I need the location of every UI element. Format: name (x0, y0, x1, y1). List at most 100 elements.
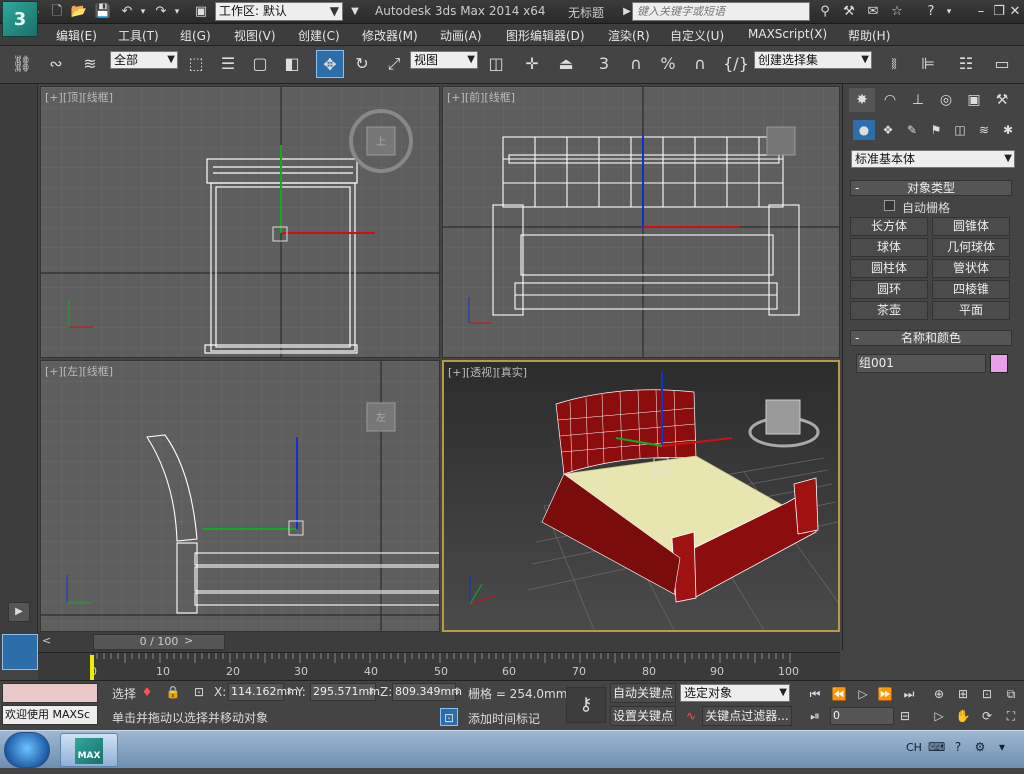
space-warps-icon[interactable]: ≋ (973, 120, 995, 140)
time-slider[interactable]: 0 / 100 (93, 634, 225, 650)
cone-button[interactable]: 圆锥体 (932, 217, 1010, 236)
menu-help[interactable]: 帮助(H) (848, 27, 890, 44)
menu-graph-editors[interactable]: 图形编辑器(D) (506, 27, 585, 44)
x-coordinate-input[interactable]: 114.162mm (228, 683, 298, 701)
edit-named-selection-icon[interactable]: {/} (722, 50, 750, 78)
absolute-mode-icon[interactable]: ⊡ (190, 683, 208, 701)
menu-create[interactable]: 创建(C) (298, 27, 340, 44)
favorites-star-icon[interactable]: ☆ (888, 3, 906, 21)
viewport-top-label[interactable]: [+][顶][线框] (45, 89, 113, 105)
viewport-top[interactable]: 上 [+][顶][线框] (40, 86, 440, 358)
sphere-button[interactable]: 球体 (850, 238, 928, 257)
spinner-snap-icon[interactable]: ∩ (686, 50, 714, 78)
display-tab-icon[interactable]: ▣ (961, 88, 987, 112)
keyboard-shortcut-override-icon[interactable]: ⏏ (552, 50, 580, 78)
category-select[interactable]: 标准基本体 ▼ (851, 150, 1015, 168)
save-file-icon[interactable]: 💾 (94, 3, 112, 21)
menu-modifiers[interactable]: 修改器(M) (362, 27, 418, 44)
taskbar-3dsmax-button[interactable]: MAX (60, 733, 118, 767)
pyramid-button[interactable]: 四棱锥 (932, 280, 1010, 299)
shapes-icon[interactable]: ❖ (877, 120, 899, 140)
maximize-viewport-icon[interactable]: ⛶ (1002, 707, 1020, 725)
select-and-scale-icon[interactable]: ⤢ (380, 50, 408, 78)
viewport-layout-tab-icon[interactable] (2, 634, 38, 670)
graphite-ribbon-icon[interactable]: ▭ (988, 50, 1016, 78)
menu-group[interactable]: 组(G) (180, 27, 211, 44)
language-indicator[interactable]: CH (906, 741, 922, 754)
z-spinner-icon[interactable]: ⇕ (452, 683, 462, 701)
prev-frame-icon[interactable]: < (42, 634, 51, 647)
goto-start-icon[interactable]: ⏮ (806, 685, 824, 703)
keyboard-icon[interactable]: ⌨ (928, 740, 945, 756)
isolate-selection-icon[interactable]: ♦ (138, 683, 156, 701)
menu-maxscript[interactable]: MAXScript(X) (748, 27, 827, 41)
undo-dropdown-icon[interactable]: ▾ (134, 3, 152, 21)
mirror-icon[interactable]: ⧚ (880, 50, 908, 78)
viewport-left[interactable]: 左 [+][左][线框] (40, 360, 440, 632)
subscription-icon[interactable]: ⚒ (840, 3, 858, 21)
menu-edit[interactable]: 编辑(E) (56, 27, 97, 44)
key-filters-button[interactable]: 关键点过滤器... (702, 706, 792, 726)
object-color-swatch[interactable] (990, 354, 1008, 373)
geometry-icon[interactable]: ● (853, 120, 875, 140)
zoom-extents-all-icon[interactable]: ⧉ (1002, 685, 1020, 703)
viewport-front[interactable]: [+][前][线框] (442, 86, 840, 358)
select-and-manipulate-icon[interactable]: ✛ (518, 50, 546, 78)
object-name-input[interactable]: 组001 (856, 354, 986, 373)
window-crossing-icon[interactable]: ◧ (278, 50, 306, 78)
modify-tab-icon[interactable]: ◠ (877, 88, 903, 112)
teapot-button[interactable]: 茶壶 (850, 301, 928, 320)
help-icon[interactable]: ? (922, 3, 940, 21)
utilities-tab-icon[interactable]: ⚒ (989, 88, 1015, 112)
select-and-move-icon[interactable]: ✥ (316, 50, 344, 78)
project-folder-icon[interactable]: ▣ (192, 3, 210, 21)
options-tray-icon[interactable]: ⚙ (972, 740, 988, 756)
pan-hand-icon[interactable]: ✋ (954, 707, 972, 725)
current-frame-input[interactable]: 0 (830, 707, 894, 725)
rectangular-selection-icon[interactable]: ▢ (246, 50, 274, 78)
motion-tab-icon[interactable]: ◎ (933, 88, 959, 112)
layer-manager-icon[interactable]: ☷ (952, 50, 980, 78)
helpers-icon[interactable]: ◫ (949, 120, 971, 140)
start-button-icon[interactable] (4, 732, 50, 768)
viewport-left-label[interactable]: [+][左][线框] (45, 363, 113, 379)
next-frame-icon[interactable]: > (184, 634, 193, 647)
selection-filter-select[interactable]: 全部 ▼ (110, 51, 178, 69)
field-of-view-icon[interactable]: ▷ (930, 707, 948, 725)
hierarchy-tab-icon[interactable]: ⊥ (905, 88, 931, 112)
align-icon[interactable]: ⊫ (914, 50, 942, 78)
open-file-icon[interactable]: 📂 (70, 3, 88, 21)
quick-access-dropdown-icon[interactable]: ▼ (346, 3, 364, 21)
lights-icon[interactable]: ✎ (901, 120, 923, 140)
play-icon[interactable]: ▷ (854, 685, 872, 703)
viewport-front-label[interactable]: [+][前][线框] (447, 89, 515, 105)
time-cursor[interactable] (90, 655, 94, 681)
binoculars-icon[interactable]: ⚲ (816, 3, 834, 21)
pivot-center-icon[interactable]: ◫ (482, 50, 510, 78)
time-configuration-icon[interactable]: ⊟ (896, 707, 914, 725)
auto-key-button[interactable]: 自动关键点 (610, 683, 676, 703)
y-spinner-icon[interactable]: ⇕ (366, 683, 376, 701)
box-button[interactable]: 长方体 (850, 217, 928, 236)
select-by-name-icon[interactable]: ☰ (214, 50, 242, 78)
zoom-extents-icon[interactable]: ⊡ (978, 685, 996, 703)
add-time-tag-label[interactable]: 添加时间标记 (468, 710, 540, 727)
torus-button[interactable]: 圆环 (850, 280, 928, 299)
select-object-icon[interactable]: ⬚ (182, 50, 210, 78)
viewport-layout-expand-icon[interactable]: ▶ (8, 602, 30, 622)
communication-center-icon[interactable]: ✉ (864, 3, 882, 21)
tray-expand-icon[interactable]: ▾ (994, 740, 1010, 756)
search-input[interactable]: 键入关键字或短语 (632, 2, 810, 21)
goto-end-icon[interactable]: ⏭ (900, 685, 918, 703)
key-icon[interactable]: ⚷ (566, 687, 606, 723)
name-color-rollout[interactable]: - 名称和颜色 (850, 330, 1012, 346)
viewport-perspective-label[interactable]: [+][透视][真实] (448, 364, 527, 380)
key-filters-icon[interactable]: ∿ (682, 707, 700, 725)
menu-rendering[interactable]: 渲染(R) (608, 27, 650, 44)
select-and-link-icon[interactable]: ⛓ (8, 50, 36, 78)
z-coordinate-input[interactable]: 809.349mm (392, 683, 462, 701)
percent-snap-icon[interactable]: % (654, 50, 682, 78)
snaps-toggle-icon[interactable]: 3 (590, 50, 618, 78)
cylinder-button[interactable]: 圆柱体 (850, 259, 928, 278)
next-key-icon[interactable]: ⏩ (876, 685, 894, 703)
